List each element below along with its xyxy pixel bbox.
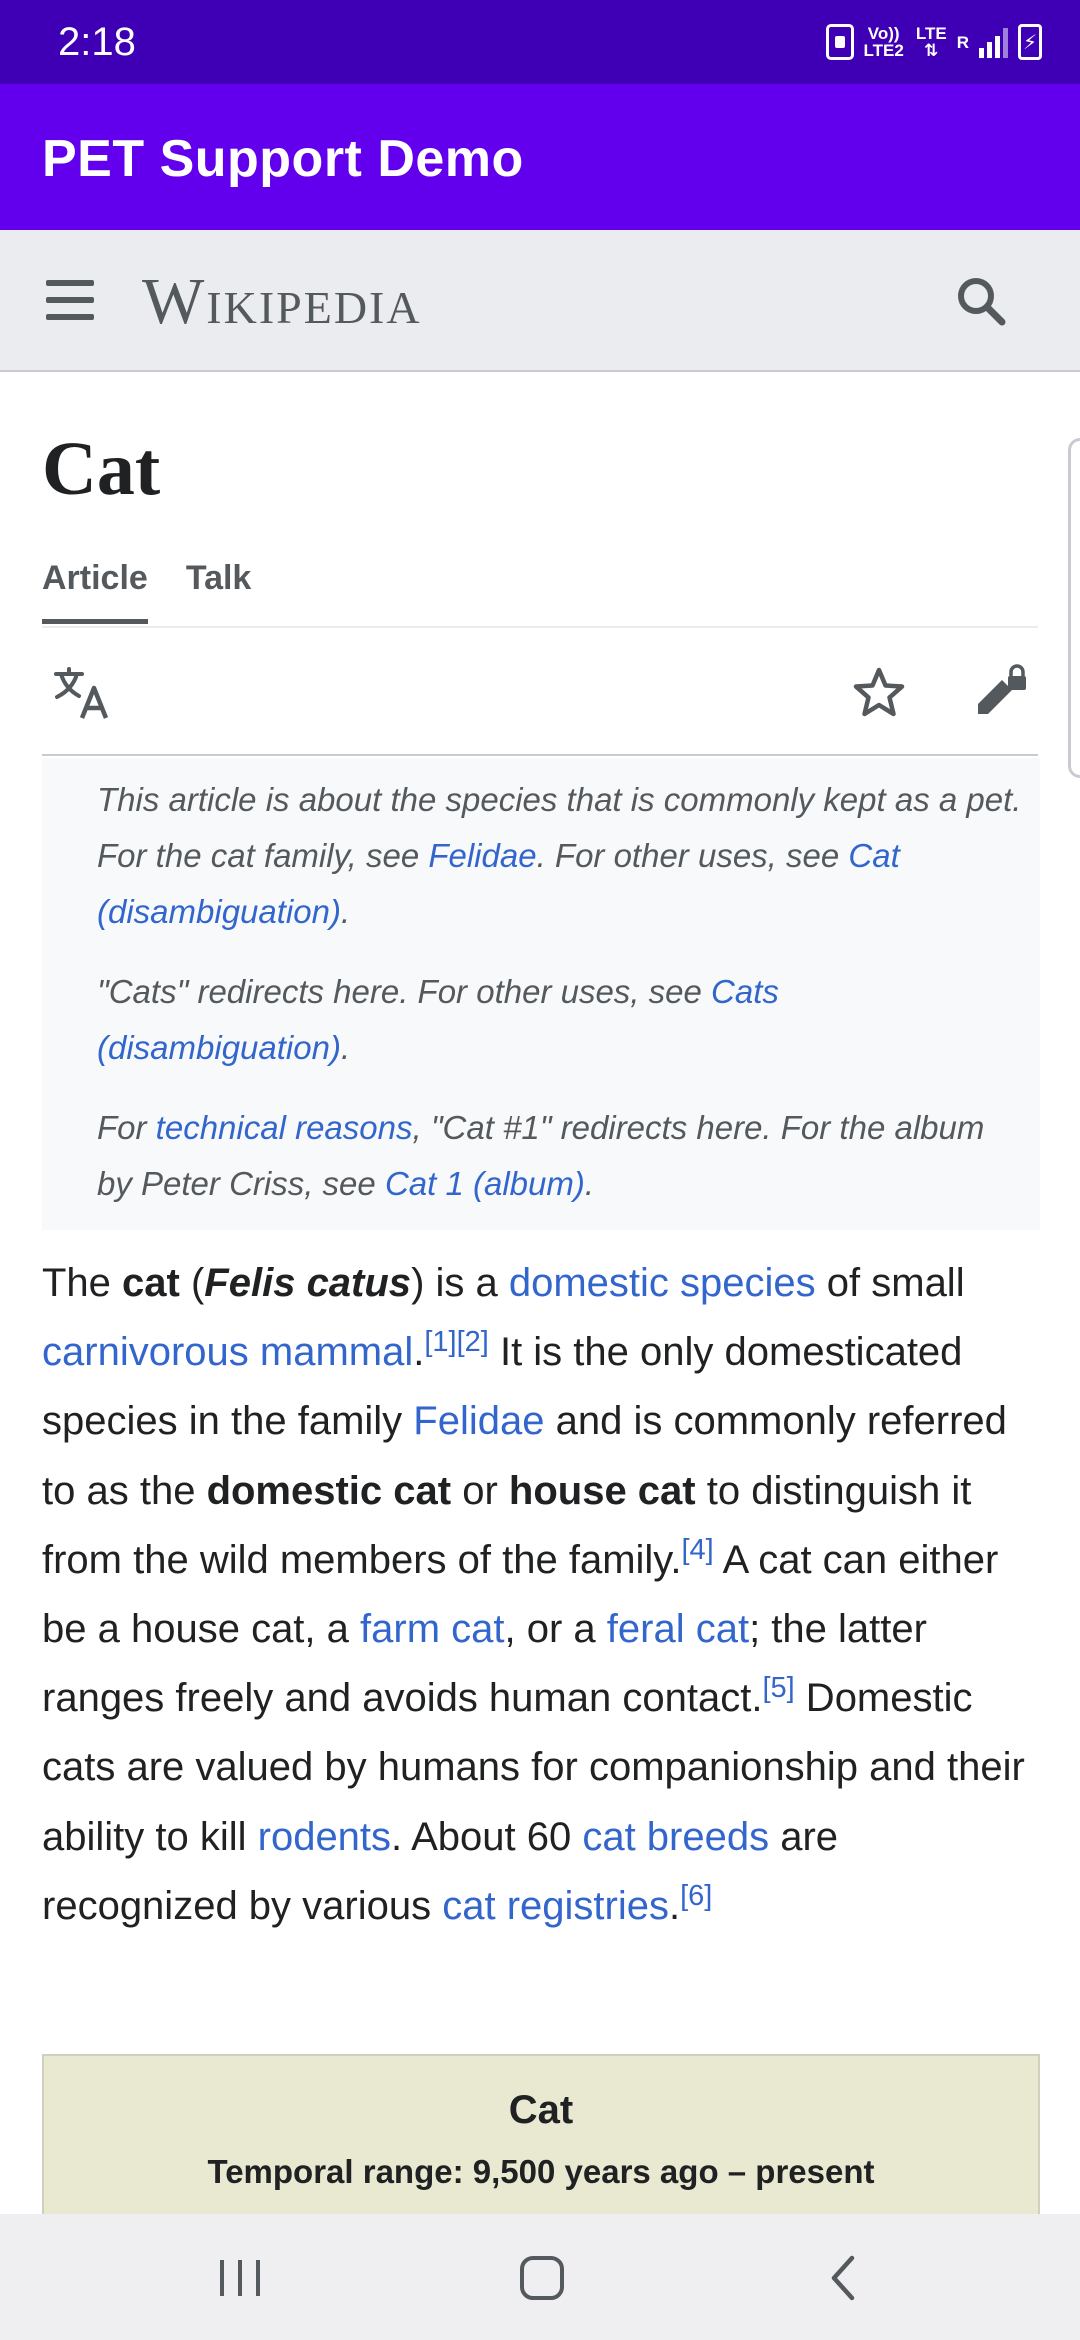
link-carnivorous-mammal[interactable]: carnivorous mammal <box>42 1330 413 1374</box>
wikipedia-header: Wikipedia <box>0 230 1080 372</box>
star-icon[interactable] <box>852 666 906 720</box>
roaming-label: R <box>956 32 969 52</box>
infobox-temporal-range: Temporal range: 9,500 years ago – presen… <box>207 2153 875 2190</box>
tab-talk[interactable]: Talk <box>186 552 252 624</box>
text: of small <box>815 1261 965 1305</box>
volte-label: Vo)) <box>867 24 900 43</box>
text: or <box>451 1468 509 1513</box>
hatnote: For technical reasons, "Cat #1" redirect… <box>97 1100 1026 1212</box>
menu-icon[interactable] <box>46 278 96 322</box>
scientific-name: Felis catus <box>204 1261 412 1305</box>
lte-label: LTE <box>915 24 947 43</box>
citation-1[interactable]: [1] <box>424 1326 456 1358</box>
tab-article[interactable]: Article <box>42 552 148 624</box>
link-cat-registries[interactable]: cat registries <box>442 1884 669 1928</box>
lte2-label: LTE2 <box>863 41 904 60</box>
link-rodents[interactable]: rodents <box>258 1815 391 1859</box>
translate-icon[interactable] <box>52 666 112 722</box>
signal-strength-icon <box>979 26 1008 58</box>
hatnote-text: . <box>584 1165 595 1202</box>
infobox-title: Cat <box>508 2088 574 2132</box>
bold-term: house cat <box>508 1468 696 1513</box>
volte-indicator: Vo)) LTE2 <box>864 25 904 59</box>
page-title: Cat <box>42 427 161 511</box>
hatnote-text: . <box>340 893 351 930</box>
home-icon[interactable] <box>512 2250 572 2306</box>
page-actions <box>42 628 1038 756</box>
text: , or a <box>504 1607 607 1652</box>
hatnote: This article is about the species that i… <box>97 772 1026 940</box>
hatnotes: This article is about the species that i… <box>42 758 1040 1230</box>
citation-5[interactable]: [5] <box>762 1672 794 1704</box>
status-time: 2:18 <box>58 20 136 64</box>
app-title: PET Support Demo <box>42 130 524 188</box>
link-felidae[interactable]: Felidae <box>428 837 536 874</box>
link-farm-cat[interactable]: farm cat <box>360 1607 504 1651</box>
text: ) is a <box>411 1261 509 1305</box>
text: ( <box>179 1261 205 1305</box>
status-bar: 2:18 Vo)) LTE2 LTE ⇅ R ⚡ <box>0 0 1080 84</box>
text: . About 60 <box>391 1814 583 1859</box>
text: . <box>413 1330 425 1375</box>
text: The <box>42 1261 123 1305</box>
app-bar: PET Support Demo <box>0 84 1080 230</box>
roaming-indicator: R <box>957 34 969 51</box>
link-domestic-species[interactable]: domestic species <box>509 1261 816 1305</box>
text: . <box>668 1883 681 1928</box>
wikipedia-wordmark[interactable]: Wikipedia <box>142 266 422 338</box>
lte-indicator: LTE ⇅ <box>916 25 947 59</box>
hatnote-text: . For other uses, see <box>536 837 849 874</box>
system-nav-bar <box>0 2214 1080 2340</box>
link-cat-1-album[interactable]: Cat 1 (album) <box>385 1165 585 1202</box>
bold-term: cat <box>122 1261 180 1305</box>
link-feral-cat[interactable]: feral cat <box>607 1607 749 1651</box>
battery-saver-icon <box>825 24 854 60</box>
data-arrows-icon: ⇅ <box>924 41 939 60</box>
page-tabs: Article Talk <box>42 552 251 624</box>
bold-term: domestic cat <box>206 1468 452 1513</box>
back-icon[interactable] <box>814 2250 874 2306</box>
status-icons: Vo)) LTE2 LTE ⇅ R ⚡ <box>825 22 1042 62</box>
recent-apps-icon[interactable] <box>210 2250 270 2306</box>
citation-6[interactable]: [6] <box>680 1880 712 1912</box>
scroll-edge-indicator[interactable] <box>1068 438 1080 778</box>
link-felidae[interactable]: Felidae <box>413 1399 544 1443</box>
citation-4[interactable]: [4] <box>681 1534 713 1566</box>
hatnote-text: For <box>97 1109 156 1146</box>
link-technical-reasons[interactable]: technical reasons <box>156 1109 413 1146</box>
intro-paragraph: The cat (Felis catus) is a domestic spec… <box>42 1249 1042 1941</box>
hatnote-text: . <box>340 1029 351 1066</box>
battery-charging-icon: ⚡ <box>1018 24 1042 60</box>
hatnote: "Cats" redirects here. For other uses, s… <box>97 964 1026 1076</box>
search-icon[interactable] <box>954 274 1008 328</box>
citation-2[interactable]: [2] <box>457 1326 489 1358</box>
edit-lock-icon[interactable] <box>972 664 1028 720</box>
link-cat-breeds[interactable]: cat breeds <box>582 1815 769 1859</box>
hatnote-text: "Cats" redirects here. For other uses, s… <box>97 973 712 1010</box>
